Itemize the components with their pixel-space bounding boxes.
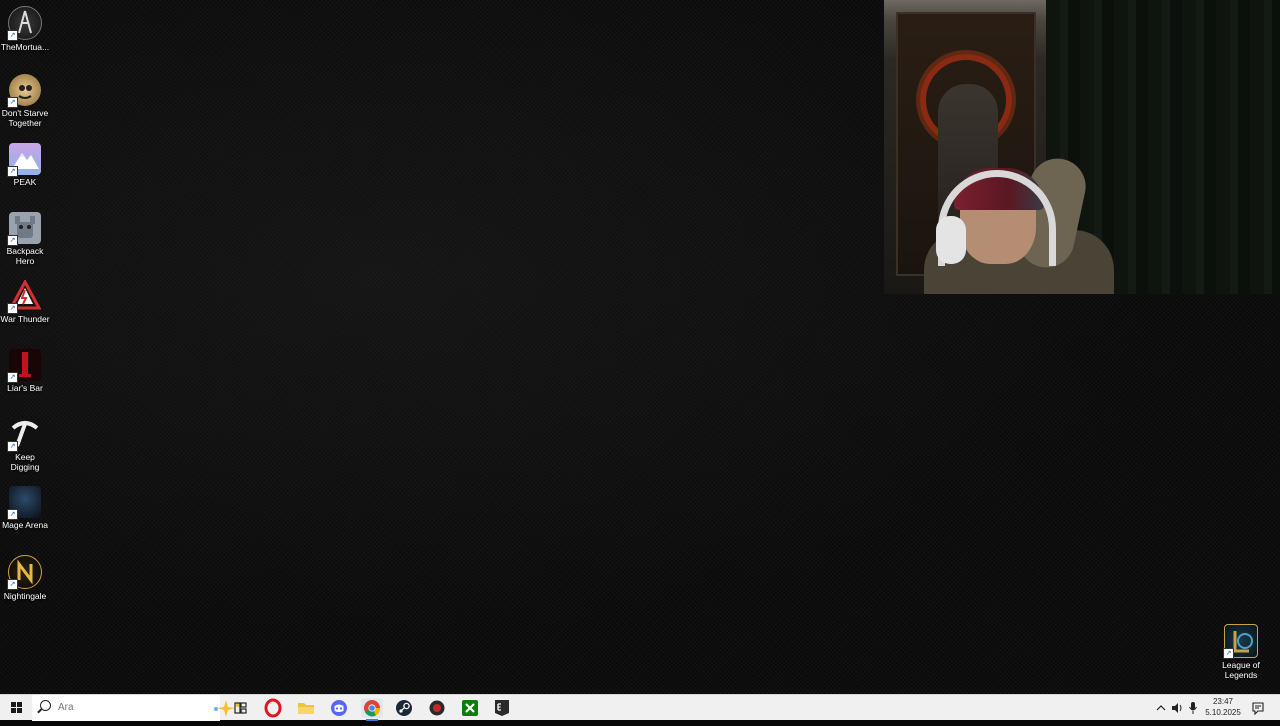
war-thunder-icon: ↗ <box>7 278 42 314</box>
notification-icon <box>1252 702 1264 716</box>
desktop-icon-peak[interactable]: ↗ PEAK <box>0 139 50 187</box>
desktop-icon-league-of-legends[interactable]: ↗ League of Legends <box>1216 620 1266 680</box>
start-button[interactable] <box>0 695 32 721</box>
opera-icon <box>264 698 282 718</box>
desktop-icon-nightingale[interactable]: ↗ Nightingale <box>0 551 50 601</box>
chrome-button[interactable] <box>361 698 383 721</box>
xbox-button[interactable] <box>459 698 481 718</box>
microphone-button[interactable] <box>1186 695 1200 721</box>
taskbar: 23:47 5.10.2025 <box>0 694 1280 721</box>
speaker-icon <box>1172 703 1182 713</box>
shortcut-arrow-icon: ↗ <box>7 441 18 452</box>
mage-arena-icon: ↗ <box>7 486 41 520</box>
search-box[interactable] <box>32 695 243 721</box>
league-of-legends-icon: ↗ <box>1223 624 1258 659</box>
desktop-icon-keep-digging[interactable]: ↗ Keep Digging <box>0 414 50 472</box>
peak-icon: ↗ <box>7 143 41 177</box>
liars-bar-icon: ↗ <box>7 349 41 383</box>
show-hidden-icons-button[interactable] <box>1154 695 1168 721</box>
system-clock[interactable]: 23:47 5.10.2025 <box>1200 696 1246 718</box>
chevron-up-icon <box>1156 705 1166 711</box>
desktop-icon-mage-arena[interactable]: ↗ Mage Arena <box>0 482 50 530</box>
epic-games-button[interactable] <box>491 698 513 718</box>
steam-button[interactable] <box>393 698 415 718</box>
steam-icon <box>396 700 412 716</box>
app-button[interactable] <box>426 698 448 718</box>
nightingale-icon: ↗ <box>7 555 42 590</box>
desktop-icon-liars-bar[interactable]: ↗ Liar's Bar <box>0 345 50 393</box>
shortcut-arrow-icon: ↗ <box>7 97 18 108</box>
desktop-icon-backpack-hero[interactable]: ↗ Backpack Hero <box>0 208 50 266</box>
desktop-icon-war-thunder[interactable]: ↗ War Thunder <box>0 276 50 324</box>
clock-date: 5.10.2025 <box>1205 708 1241 717</box>
shortcut-arrow-icon: ↗ <box>7 166 18 177</box>
shortcut-arrow-icon: ↗ <box>7 235 18 246</box>
app-icon <box>429 700 445 716</box>
shortcut-arrow-icon: ↗ <box>7 303 18 314</box>
epic-games-icon <box>495 700 509 716</box>
discord-icon <box>331 700 347 716</box>
desktop-icon-the-mortuary-assistant[interactable]: ↗ TheMortua... <box>0 2 50 52</box>
xbox-icon <box>462 700 478 716</box>
volume-button[interactable] <box>1170 695 1184 721</box>
shortcut-arrow-icon: ↗ <box>7 579 18 590</box>
shortcut-arrow-icon: ↗ <box>7 372 18 383</box>
discord-button[interactable] <box>328 698 350 718</box>
clock-time: 23:47 <box>1212 697 1234 706</box>
opera-button[interactable] <box>262 698 284 718</box>
dont-starve-together-icon: ↗ <box>7 74 41 108</box>
webcam-overlay <box>884 0 1280 294</box>
shortcut-arrow-icon: ↗ <box>7 30 18 41</box>
windows-icon <box>11 702 22 713</box>
search-input[interactable] <box>58 702 158 713</box>
desktop-icon-dont-starve-together[interactable]: ↗ Don't Starve Together <box>0 70 50 128</box>
file-explorer-button[interactable] <box>295 698 317 718</box>
search-icon <box>40 700 51 711</box>
keep-digging-icon: ↗ <box>7 418 41 452</box>
notifications-button[interactable] <box>1250 695 1266 721</box>
chrome-icon <box>364 700 381 717</box>
microphone-icon <box>1189 702 1197 714</box>
shortcut-arrow-icon: ↗ <box>1223 648 1234 659</box>
the-mortuary-assistant-icon: ↗ <box>7 6 42 41</box>
folder-icon <box>298 703 314 714</box>
backpack-hero-icon: ↗ <box>7 212 41 246</box>
shortcut-arrow-icon: ↗ <box>7 509 18 520</box>
task-view-button[interactable] <box>229 698 251 718</box>
task-view-icon <box>234 702 247 714</box>
